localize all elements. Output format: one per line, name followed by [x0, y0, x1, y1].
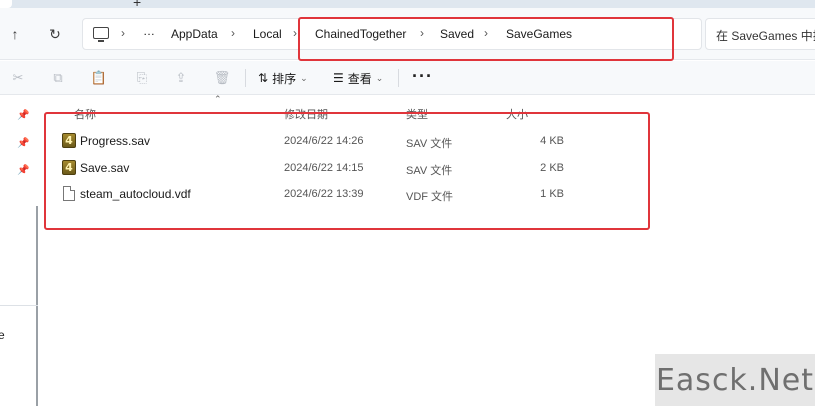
- view-icon: ☰: [333, 71, 344, 85]
- file-type: VDF 文件: [406, 191, 454, 203]
- breadcrumb-chainedtogether[interactable]: ChainedTogether: [315, 27, 406, 41]
- breadcrumb-savegames[interactable]: SaveGames: [506, 27, 572, 41]
- paste-icon[interactable]: 📋: [91, 70, 107, 86]
- game-save-icon: 4: [62, 133, 76, 148]
- file-size: 2 KB: [540, 162, 564, 174]
- sort-icon: ⇅: [258, 71, 269, 85]
- nav-item-partial[interactable]: e: [0, 328, 5, 342]
- file-name: steam_autocloud.vdf: [80, 187, 191, 201]
- game-save-icon: 4: [62, 160, 76, 175]
- breadcrumb-appdata[interactable]: AppData: [171, 27, 218, 41]
- pane-divider: [0, 305, 38, 306]
- file-modified: 2024/6/22 13:39: [284, 188, 364, 200]
- breadcrumb-separator: ›: [420, 26, 424, 40]
- file-type: SAV 文件: [406, 138, 453, 150]
- toolbar-divider: [245, 69, 246, 87]
- document-icon: [63, 186, 75, 201]
- chevron-down-icon: ⌄: [300, 72, 308, 83]
- breadcrumb-separator: ›: [121, 26, 125, 40]
- pin-icon[interactable]: 📌: [17, 138, 29, 149]
- computer-icon: [93, 27, 109, 42]
- breadcrumb-separator: ›: [293, 26, 297, 40]
- share-icon[interactable]: ⇪: [173, 70, 189, 86]
- column-name[interactable]: 名称: [74, 106, 96, 122]
- breadcrumb-local[interactable]: Local: [253, 27, 282, 41]
- file-row[interactable]: 4 Save.sav 2024/6/22 14:15 SAV 文件 2 KB: [44, 155, 644, 181]
- view-button[interactable]: ☰ 查看 ⌄: [333, 69, 383, 87]
- column-size[interactable]: 大小: [506, 106, 528, 122]
- column-header-row: ⌃ 名称 修改日期 类型 大小: [44, 94, 644, 122]
- breadcrumb-overflow[interactable]: …: [143, 24, 156, 38]
- watermark: Easck.Net: [655, 354, 815, 406]
- sort-label: 排序: [272, 71, 297, 86]
- file-name: Save.sav: [80, 161, 130, 175]
- file-name: Progress.sav: [80, 134, 151, 148]
- pane-scrollbar[interactable]: [36, 206, 38, 406]
- cut-icon[interactable]: ✂: [10, 70, 26, 86]
- copy-icon[interactable]: ⧉: [50, 70, 66, 86]
- column-type[interactable]: 类型: [406, 106, 428, 122]
- view-label: 查看: [347, 71, 372, 86]
- tab-strip: +: [0, 0, 815, 10]
- breadcrumb-separator: ›: [231, 26, 235, 40]
- rename-icon[interactable]: ⎘: [134, 70, 150, 86]
- sort-button[interactable]: ⇅ 排序 ⌄: [258, 69, 308, 87]
- file-modified: 2024/6/22 14:26: [284, 135, 364, 147]
- toolbar-divider: [398, 69, 399, 87]
- file-size: 1 KB: [540, 188, 564, 200]
- navigation-pane: 📌 📌 📌 e: [0, 96, 40, 406]
- command-toolbar: ✂ ⧉ 📋 ⎘ ⇪ 🗑 ⇅ 排序 ⌄ ☰ 查看 ⌄ ···: [0, 61, 815, 95]
- more-options-button[interactable]: ···: [412, 66, 433, 87]
- sort-ascending-icon: ⌃: [214, 94, 222, 104]
- file-row[interactable]: 4 Progress.sav 2024/6/22 14:26 SAV 文件 4 …: [44, 128, 644, 154]
- address-bar[interactable]: › … AppData › Local › ChainedTogether › …: [82, 18, 702, 50]
- breadcrumb-separator: ›: [484, 26, 488, 40]
- active-tab-edge: [0, 0, 12, 8]
- file-type: SAV 文件: [406, 165, 453, 177]
- breadcrumb-saved[interactable]: Saved: [440, 27, 474, 41]
- file-modified: 2024/6/22 14:15: [284, 162, 364, 174]
- refresh-icon[interactable]: ↻: [46, 25, 64, 43]
- file-size: 4 KB: [540, 135, 564, 147]
- pin-icon[interactable]: 📌: [17, 165, 29, 176]
- file-row[interactable]: steam_autocloud.vdf 2024/6/22 13:39 VDF …: [44, 181, 644, 207]
- delete-icon[interactable]: 🗑: [214, 70, 231, 86]
- arrow-up-icon[interactable]: ↑: [6, 25, 24, 43]
- navigation-bar: ↑ ↻ › … AppData › Local › ChainedTogethe…: [0, 8, 815, 60]
- pin-icon[interactable]: 📌: [17, 110, 29, 121]
- chevron-down-icon: ⌄: [375, 72, 384, 83]
- column-modified[interactable]: 修改日期: [284, 106, 328, 122]
- search-input[interactable]: 在 SaveGames 中搜: [705, 18, 815, 50]
